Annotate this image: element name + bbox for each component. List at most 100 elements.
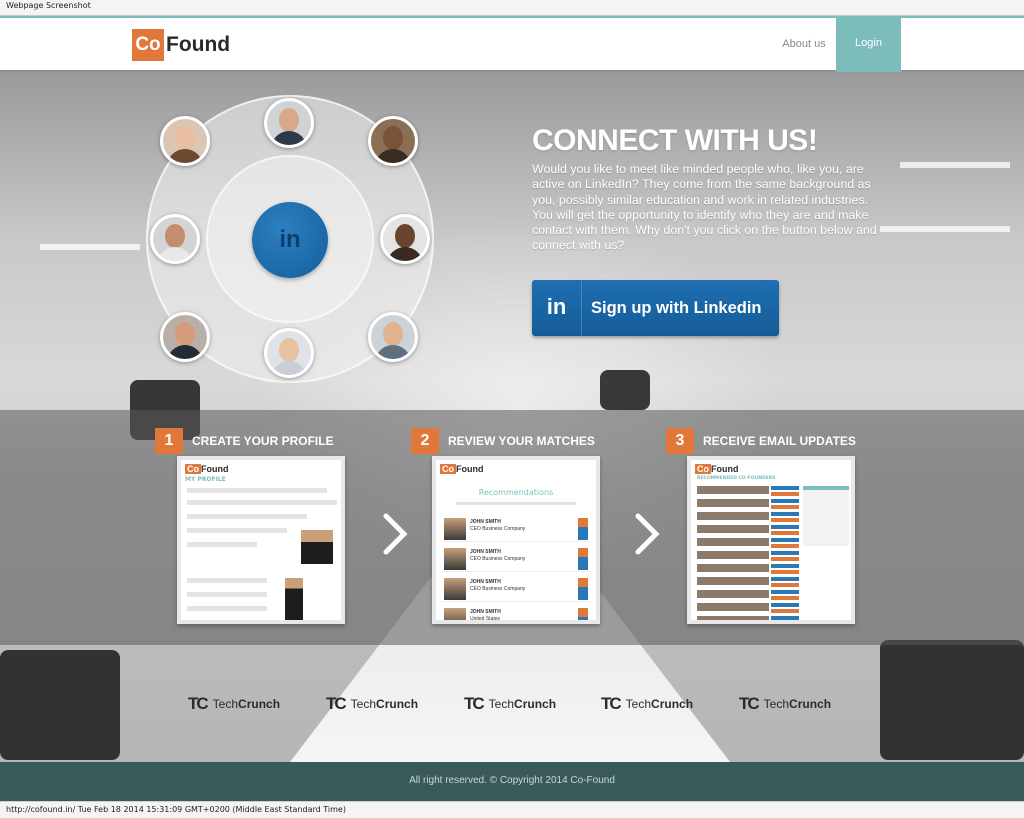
avatar-face: [175, 126, 195, 150]
mini-heading: RECOMMENDED CO-FOUNDERS: [697, 476, 776, 481]
email-updates-preview-image: Co Found RECOMMENDED CO-FOUNDERS: [687, 456, 855, 624]
logo-co-mark: Co: [132, 29, 164, 61]
step-title: RECEIVE EMAIL UPDATES: [703, 434, 856, 448]
mini-logo: Co Found: [440, 464, 484, 474]
ceiling-light: [880, 226, 1010, 232]
chevron-right-icon: [635, 513, 660, 555]
step-1-header: 1 CREATE YOUR PROFILE: [155, 428, 334, 454]
mini-person-photo: [301, 530, 333, 564]
techcrunch-logo[interactable]: TC TechCrunch: [601, 694, 693, 714]
mini-match-location: United States: [470, 616, 501, 622]
nav-about-us-link[interactable]: About us: [772, 18, 836, 70]
mini-logo: Co Found: [185, 464, 229, 474]
step-number: 2: [411, 428, 439, 454]
mini-match-photo: [444, 518, 466, 540]
signup-button-label: Sign up with Linkedin: [591, 298, 762, 317]
techcrunch-logo[interactable]: TC TechCrunch: [464, 694, 556, 714]
chair: [0, 650, 120, 760]
chair: [880, 640, 1024, 760]
mini-match-actions: [578, 578, 588, 600]
mini-match-role: CEO Business Company: [470, 556, 526, 562]
signup-linkedin-button[interactable]: in Sign up with Linkedin: [532, 280, 779, 336]
avatar-face: [383, 126, 403, 150]
ceiling-light: [40, 244, 140, 250]
avatar: [160, 116, 210, 166]
techcrunch-logo[interactable]: TC TechCrunch: [326, 694, 418, 714]
avatar: [368, 116, 418, 166]
mini-line: [187, 606, 267, 611]
mini-match-photo: [444, 548, 466, 570]
techcrunch-wordmark: TechCrunch: [763, 697, 832, 711]
avatar: [380, 214, 430, 264]
avatar-face: [383, 322, 403, 346]
step-title: CREATE YOUR PROFILE: [192, 434, 334, 448]
techcrunch-wordmark: TechCrunch: [625, 697, 694, 711]
linkedin-icon: in: [252, 202, 328, 278]
cofound-logo[interactable]: Co Found: [132, 29, 230, 61]
logo-wordmark: Found: [166, 33, 231, 56]
avatar: [264, 328, 314, 378]
mini-line: [187, 578, 267, 583]
mini-heading: Recommendations: [478, 488, 554, 497]
mini-match-row: JOHN SMITH CEO Business Company: [442, 546, 590, 572]
mini-line: [187, 514, 307, 519]
nav-login-button[interactable]: Login: [836, 16, 901, 72]
mini-match-name: JOHN SMITH: [470, 549, 501, 555]
capture-footer: http://cofound.in/ Tue Feb 18 2014 15:31…: [0, 801, 1024, 818]
step-title: REVIEW YOUR MATCHES: [448, 434, 595, 448]
avatar: [160, 312, 210, 362]
avatar-face: [175, 322, 195, 346]
capture-url-timestamp: http://cofound.in/ Tue Feb 18 2014 15:31…: [6, 805, 346, 814]
techcrunch-logo[interactable]: TC TechCrunch: [188, 694, 280, 714]
mini-match-name: JOHN SMITH: [470, 579, 501, 585]
mini-logo: Co Found: [695, 464, 739, 474]
site-header: Co Found About us Login: [0, 16, 1024, 72]
avatar-face: [279, 108, 299, 132]
mini-match-photo: [444, 578, 466, 600]
avatar-face: [395, 224, 415, 248]
mini-line: [187, 500, 337, 505]
mini-match-row: JOHN SMITH CEO Business Company: [442, 516, 590, 542]
techcrunch-mark-icon: TC: [601, 694, 622, 713]
step-number: 3: [666, 428, 694, 454]
techcrunch-mark-icon: TC: [188, 694, 209, 713]
avatar: [150, 214, 200, 264]
techcrunch-wordmark: TechCrunch: [488, 697, 557, 711]
chair: [600, 370, 650, 410]
mini-match-actions: [578, 608, 588, 620]
mini-match-actions: [578, 518, 588, 540]
techcrunch-mark-icon: TC: [739, 694, 760, 713]
avatar-face: [165, 224, 185, 248]
step-2-header: 2 REVIEW YOUR MATCHES: [411, 428, 595, 454]
step-number: 1: [155, 428, 183, 454]
avatar: [264, 98, 314, 148]
profile-preview-image: Co Found MY PROFILE: [177, 456, 345, 624]
techcrunch-logo[interactable]: TC TechCrunch: [739, 694, 831, 714]
mini-action-buttons: [771, 486, 799, 620]
mini-match-name: JOHN SMITH: [470, 519, 501, 525]
step-3-header: 3 RECEIVE EMAIL UPDATES: [666, 428, 856, 454]
mini-cofounder-list: [697, 486, 769, 620]
mini-person-standing: [285, 578, 303, 620]
mini-heading: MY PROFILE: [185, 476, 226, 483]
footer-copyright: All right reserved. © Copyright 2014 Co-…: [409, 775, 615, 786]
linkedin-icon: in: [532, 280, 582, 336]
techcrunch-wordmark: TechCrunch: [212, 697, 281, 711]
ceiling-light: [900, 162, 1010, 168]
mini-match-row: JOHN SMITH United States: [442, 606, 590, 622]
mini-match-role: CEO Business Company: [470, 526, 526, 532]
capture-title: Webpage Screenshot: [6, 1, 91, 10]
mini-line: [187, 488, 327, 493]
mini-match-name: JOHN SMITH: [470, 609, 501, 615]
mini-line: [187, 542, 257, 547]
capture-header: Webpage Screenshot: [0, 0, 1024, 16]
connect-description: Would you like to meet like minded peopl…: [532, 162, 877, 253]
avatar-face: [279, 338, 299, 362]
mini-line: [187, 592, 267, 597]
connect-heading: CONNECT WITH US!: [532, 124, 818, 157]
avatar: [368, 312, 418, 362]
mini-match-role: CEO Business Company: [470, 586, 526, 592]
mini-match-row: JOHN SMITH CEO Business Company: [442, 576, 590, 602]
techcrunch-wordmark: TechCrunch: [350, 697, 419, 711]
mini-sidebar-panel: [803, 486, 849, 546]
